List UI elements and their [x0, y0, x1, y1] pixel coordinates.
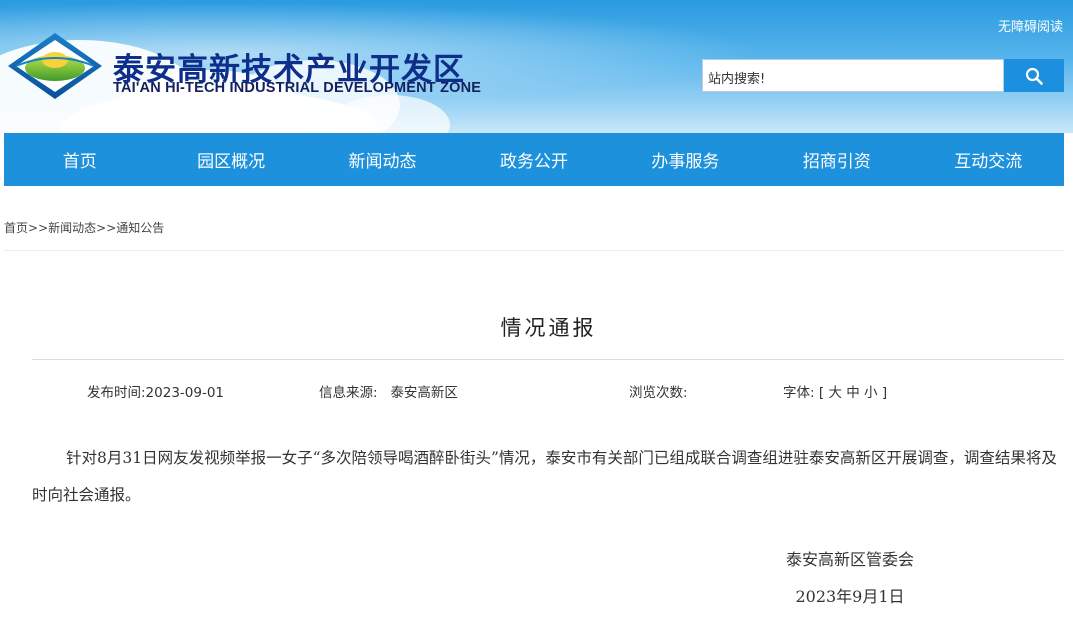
site-logo-icon[interactable]: [6, 30, 104, 100]
font-size-small[interactable]: 小: [864, 385, 878, 401]
article-date: 2023年9月1日: [795, 587, 905, 606]
view-count: 浏览次数:: [629, 385, 688, 401]
site-title-en: TAI'AN HI-TECH INDUSTRIAL DEVELOPMENT ZO…: [113, 80, 482, 96]
nav-item-services[interactable]: 办事服务: [610, 133, 761, 186]
site-header: 泰安高新技术产业开发区 TAI'AN HI-TECH INDUSTRIAL DE…: [0, 0, 1073, 133]
accessibility-link[interactable]: 无障碍阅读: [998, 16, 1063, 35]
nav-item-news[interactable]: 新闻动态: [307, 133, 458, 186]
breadcrumb-separator: >>: [28, 221, 49, 235]
article-body: 针对8月31日网友发视频举报一女子“多次陪领导喝酒醉卧街头”情况，泰安市有关部门…: [32, 449, 1057, 504]
article-signature: 泰安高新区管委会: [785, 550, 914, 569]
publish-time: 发布时间:2023-09-01: [87, 385, 225, 401]
search-input[interactable]: 站内搜索!: [702, 59, 1004, 92]
nav-item-home[interactable]: 首页: [4, 133, 155, 186]
breadcrumb: 首页>>新闻动态>>通知公告: [4, 219, 164, 236]
source-label: 信息来源:: [319, 385, 378, 401]
search-icon: [1025, 67, 1043, 85]
search-button[interactable]: [1004, 59, 1064, 92]
divider: [4, 250, 1064, 251]
breadcrumb-news[interactable]: 新闻动态: [48, 221, 96, 235]
font-size-control: 字体: [ 大 中 小 ]: [783, 381, 887, 401]
breadcrumb-home[interactable]: 首页: [4, 221, 28, 235]
font-size-large[interactable]: 大: [828, 385, 842, 401]
font-bracket-open: [: [818, 385, 825, 401]
font-size-medium[interactable]: 中: [846, 385, 860, 401]
breadcrumb-separator: >>: [96, 221, 117, 235]
nav-item-park-overview[interactable]: 园区概况: [155, 133, 306, 186]
nav-item-government-affairs[interactable]: 政务公开: [458, 133, 609, 186]
info-source: 信息来源: 泰安高新区: [319, 381, 458, 401]
source-value: 泰安高新区: [390, 385, 458, 401]
nav-item-interaction[interactable]: 互动交流: [913, 133, 1064, 186]
breadcrumb-notices[interactable]: 通知公告: [116, 221, 164, 235]
font-bracket-close: ]: [881, 385, 888, 401]
article-title: 情况通报: [500, 316, 597, 340]
divider: [32, 359, 1064, 360]
nav-item-investment[interactable]: 招商引资: [761, 133, 912, 186]
font-label: 字体:: [783, 385, 815, 401]
main-nav: 首页 园区概况 新闻动态 政务公开 办事服务 招商引资 互动交流: [4, 133, 1064, 186]
